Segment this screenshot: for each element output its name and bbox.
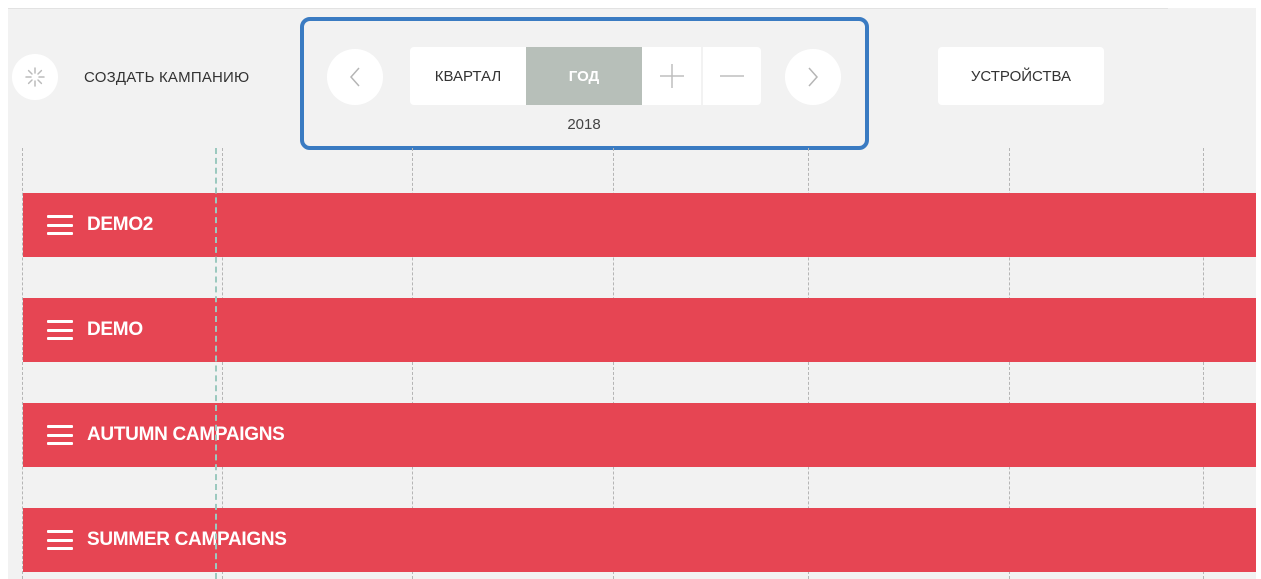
hamburger-icon[interactable] (47, 215, 73, 235)
top-divider (8, 8, 1168, 9)
chevron-right-icon (808, 67, 819, 87)
campaign-row-demo2[interactable]: DEMO2 (23, 193, 1256, 257)
minus-icon (720, 75, 744, 77)
campaign-name: DEMO (87, 319, 143, 340)
campaign-row-summer-campaigns[interactable]: SUMMER CAMPAIGNS (23, 508, 1256, 572)
create-campaign-button[interactable]: СОЗДАТЬ КАМПАНИЮ (12, 53, 249, 101)
current-year: 2018 (567, 116, 601, 133)
spinner-icon (12, 54, 58, 100)
zoom-in-button[interactable] (642, 47, 701, 105)
devices-button[interactable]: УСТРОЙСТВА (938, 47, 1104, 105)
hamburger-icon[interactable] (47, 425, 73, 445)
period-quarter-label: КВАРТАЛ (434, 67, 502, 85)
hamburger-icon[interactable] (47, 530, 73, 550)
period-quarter-button[interactable]: КВАРТАЛ (410, 47, 526, 105)
campaign-row-demo[interactable]: DEMO (23, 298, 1256, 362)
hamburger-icon[interactable] (47, 320, 73, 340)
zoom-out-button[interactable] (703, 47, 761, 105)
prev-period-button[interactable] (327, 49, 383, 105)
period-year-label: ГОД (568, 67, 600, 85)
campaign-name: AUTUMN CAMPAIGNS (87, 424, 285, 445)
next-period-button[interactable] (785, 49, 841, 105)
campaign-name: SUMMER CAMPAIGNS (87, 529, 287, 550)
campaign-row-autumn-campaigns[interactable]: AUTUMN CAMPAIGNS (23, 403, 1256, 467)
plus-icon (659, 64, 684, 88)
period-year-button[interactable]: ГОД (526, 47, 642, 105)
devices-label: УСТРОЙСТВА (970, 67, 1072, 85)
campaign-name: DEMO2 (87, 214, 154, 235)
chevron-left-icon (349, 67, 360, 87)
timeline-panel: СОЗДАТЬ КАМПАНИЮ КВАРТАЛ ГОД 2018 УСТРОЙ… (8, 8, 1256, 579)
create-campaign-label: СОЗДАТЬ КАМПАНИЮ (84, 68, 250, 86)
today-marker (215, 148, 217, 579)
